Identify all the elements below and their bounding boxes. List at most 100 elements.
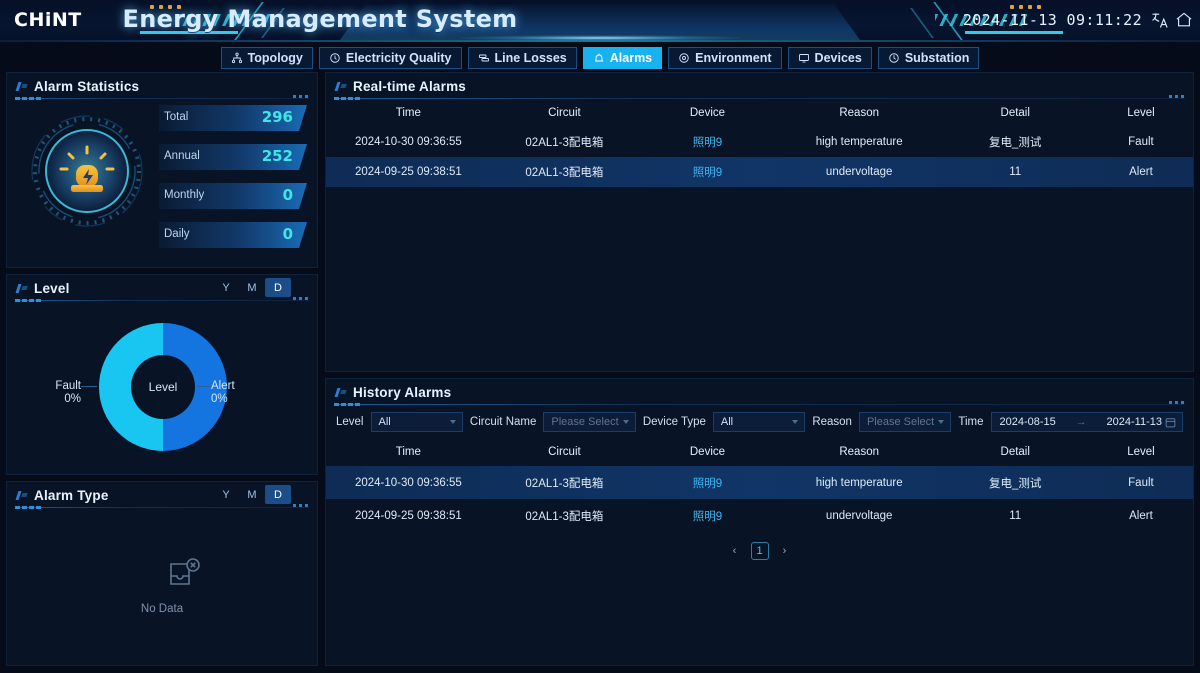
cell-device[interactable]: 照明9 (638, 466, 777, 499)
alarm-beacon-icon (31, 115, 143, 227)
home-icon[interactable] (1174, 10, 1194, 30)
stat-label: Monthly (164, 189, 205, 201)
tab-electricity-quality[interactable]: Electricity Quality (318, 47, 462, 69)
column-header: Device (689, 107, 726, 119)
device-link[interactable]: 照明9 (693, 478, 722, 490)
stat-value: 296 (261, 108, 293, 126)
cell-detail: 复电_测试 (989, 477, 1042, 490)
language-icon[interactable] (1150, 10, 1170, 30)
alarm-statistics-list: Total 296 Annual 252 Monthly 0 Daily 0 (159, 105, 307, 261)
tab-label: Devices (814, 51, 862, 65)
tab-label: Electricity Quality (345, 51, 452, 65)
date-arrow: → (1075, 416, 1087, 428)
donut-label-fault: Fault 0% (41, 380, 81, 406)
calendar-icon[interactable] (1164, 416, 1177, 429)
alarm-bell-icon (594, 53, 603, 62)
cell-reason: undervoltage (825, 509, 893, 522)
reason-filter-label: Reason (812, 416, 852, 428)
column-header: Reason (839, 107, 879, 119)
cell-level: Alert (1129, 166, 1153, 178)
table-row[interactable]: 2024-09-25 09:38:51 02AL1-3配电箱 照明9 under… (326, 499, 1193, 532)
topology-icon (231, 52, 242, 64)
cell-level: Fault (1128, 476, 1154, 489)
reason-filter-select[interactable]: Please Select (858, 412, 952, 432)
alert-percent: 0% (211, 393, 228, 405)
cell-circuit: 02AL1-3配电箱 (525, 167, 604, 179)
app-header: CHiNT Energy Management System 2024-11-1… (0, 0, 1200, 42)
pagination-next[interactable]: › (776, 542, 794, 560)
device-type-filter-value: All (720, 416, 734, 428)
cell-time: 2024-10-30 09:36:55 (354, 476, 462, 489)
header-datetime: 2024-11-13 09:11:22 (962, 11, 1142, 29)
cell-time: 2024-10-30 09:36:55 (354, 136, 462, 148)
tab-substation[interactable]: Substation (877, 47, 980, 69)
reason-filter-placeholder: Please Select (866, 416, 935, 428)
cell-circuit: 02AL1-3配电箱 (525, 510, 604, 523)
device-type-filter-select[interactable]: All (712, 412, 806, 432)
monitor-icon (798, 54, 809, 63)
cell-device[interactable]: 照明9 (638, 499, 777, 532)
table-header-row: Time Circuit Device Reason Detail Level (326, 438, 1193, 466)
empty-state: No Data (7, 556, 317, 615)
cell-level: Alert (1129, 509, 1153, 522)
pagination-prev[interactable]: ‹ (726, 542, 744, 560)
range-option-y[interactable]: Y (213, 485, 239, 504)
tab-line-losses[interactable]: Line Losses (467, 47, 577, 69)
cell-device[interactable]: 照明9 (638, 157, 777, 187)
table-row[interactable]: 2024-10-30 09:36:55 02AL1-3配电箱 照明9 high … (326, 127, 1193, 157)
panel-header: Real-time Alarms (326, 73, 1193, 100)
column-header: Time (395, 107, 421, 119)
fault-name: Fault (55, 380, 81, 392)
environment-icon (679, 53, 689, 63)
pagination: ‹ 1 › (326, 532, 1193, 560)
stat-label: Daily (164, 228, 190, 240)
device-link[interactable]: 照明9 (693, 167, 722, 179)
tab-alarms[interactable]: Alarms (582, 47, 663, 69)
table-row[interactable]: 2024-10-30 09:36:55 02AL1-3配电箱 照明9 high … (326, 466, 1193, 499)
stat-item: Daily 0 (159, 222, 307, 248)
tab-topology[interactable]: Topology (220, 47, 313, 69)
cell-detail: 复电_测试 (989, 137, 1042, 149)
stat-item: Monthly 0 (159, 183, 307, 209)
device-link[interactable]: 照明9 (693, 511, 722, 523)
stat-label: Annual (164, 150, 200, 162)
range-option-d[interactable]: D (265, 278, 291, 297)
substation-icon (889, 53, 899, 63)
date-range-picker[interactable]: 2024-08-15 → 2024-11-13 (990, 412, 1183, 432)
cell-time: 2024-09-25 09:38:51 (354, 166, 462, 178)
circuit-filter-select[interactable]: Please Select (543, 412, 636, 432)
alert-name: Alert (211, 380, 235, 392)
range-option-m[interactable]: M (239, 485, 265, 504)
panel-title: Alarm Statistics (34, 78, 140, 94)
cell-device[interactable]: 照明9 (638, 127, 777, 157)
no-data-icon (120, 556, 160, 592)
level-filter-select[interactable]: All (370, 412, 463, 432)
stat-label: Total (164, 111, 189, 123)
level-range-toggle: Y M D (213, 278, 291, 297)
alarm-type-panel: Alarm Type Y M D No Data (6, 481, 318, 666)
column-header: Level (1127, 446, 1155, 458)
stat-item: Total 296 (159, 105, 307, 131)
no-data-icon-shape (170, 558, 201, 585)
stat-value: 0 (282, 186, 293, 204)
tab-label: Alarms (609, 51, 653, 65)
tab-environment[interactable]: Environment (668, 47, 782, 69)
column-header: Circuit (548, 107, 581, 119)
cell-reason: undervoltage (825, 166, 893, 178)
pagination-page-1[interactable]: 1 (750, 542, 769, 560)
range-option-d[interactable]: D (265, 485, 291, 504)
device-link[interactable]: 照明9 (693, 137, 722, 149)
range-option-m[interactable]: M (239, 278, 265, 297)
tab-label: Substation (904, 51, 970, 65)
header-marker-icon (17, 491, 28, 500)
date-end: 2024-11-13 (1106, 416, 1162, 428)
table-header-row: Time Circuit Device Reason Detail Level (326, 99, 1193, 127)
alarm-type-range-toggle: Y M D (213, 485, 291, 504)
panel-header: Alarm Type Y M D (7, 482, 317, 509)
tab-devices[interactable]: Devices (787, 47, 872, 69)
column-header: Reason (839, 446, 879, 458)
table-row[interactable]: 2024-09-25 09:38:51 02AL1-3配电箱 照明9 under… (326, 157, 1193, 187)
panel-title: Level (34, 280, 70, 296)
range-option-y[interactable]: Y (213, 278, 239, 297)
header-marker-icon (336, 82, 347, 91)
